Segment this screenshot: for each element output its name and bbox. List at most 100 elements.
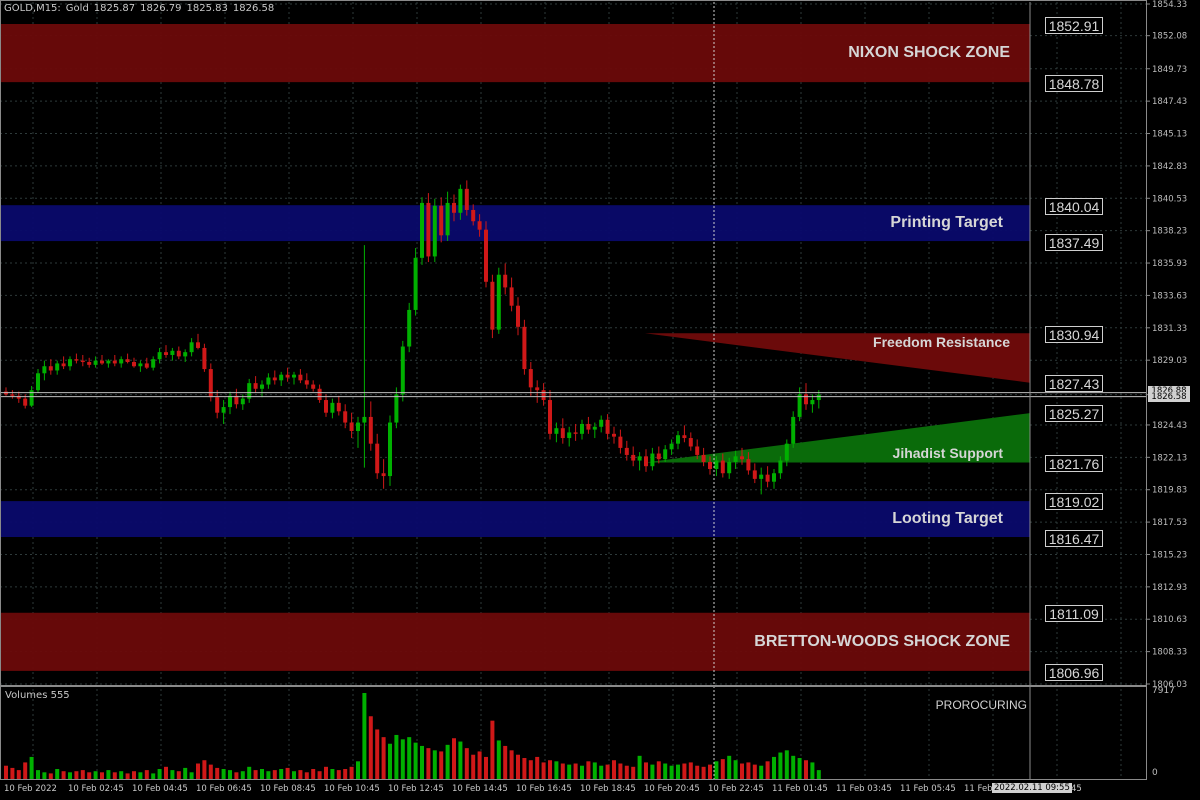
volume-bar <box>548 760 552 780</box>
candle-body <box>228 395 232 408</box>
volume-bar <box>528 760 533 780</box>
candle-body <box>605 419 610 434</box>
volume-bar <box>695 765 700 780</box>
candle-body <box>631 454 636 461</box>
candle-body <box>759 474 764 479</box>
candle-body <box>55 363 60 371</box>
level-1827-43[interactable]: 1827.43 <box>1045 375 1103 392</box>
candle-body <box>23 398 28 406</box>
volume-bar <box>714 761 719 780</box>
candle-body <box>132 362 136 367</box>
price-tick-label: 1808.33 <box>1152 648 1187 658</box>
volume-bar <box>157 769 162 780</box>
candle-body <box>720 460 725 474</box>
volume-bar <box>80 770 85 780</box>
volume-bar <box>400 739 405 780</box>
volume-bar <box>464 748 469 780</box>
level-1837-49[interactable]: 1837.49 <box>1045 234 1103 251</box>
candle-body <box>330 402 335 413</box>
level-1819-02[interactable]: 1819.02 <box>1045 493 1103 510</box>
volume-bar <box>208 764 213 780</box>
candle-body <box>490 281 495 330</box>
volume-bar <box>509 750 514 780</box>
candle-body <box>68 359 72 367</box>
volume-bar <box>560 763 565 780</box>
level-1811-09[interactable]: 1811.09 <box>1045 605 1103 622</box>
volume-bar <box>215 767 220 780</box>
candle-body <box>618 436 623 448</box>
volume-bar <box>452 738 456 780</box>
volume-bar <box>573 763 578 780</box>
candle-body <box>804 394 808 405</box>
chart-header: GOLD,M15: Gold 1825.87 1826.79 1825.83 1826.5… <box>4 3 279 14</box>
candle-body <box>266 377 271 385</box>
volume-bar <box>496 740 501 780</box>
candle-body <box>784 443 789 461</box>
time-label: 10 Feb 20:45 <box>644 784 700 794</box>
candle-body <box>80 360 85 363</box>
candle-body <box>426 202 431 257</box>
volume-min-label: 0 <box>1152 768 1158 778</box>
volume-bar <box>330 769 335 780</box>
volume-bar <box>100 772 104 780</box>
candle-body <box>36 373 40 391</box>
level-1825-27[interactable]: 1825.27 <box>1045 405 1103 422</box>
volume-bar <box>746 762 751 780</box>
time-label: 10 Feb 12:45 <box>388 784 444 794</box>
price-tick-label: 1822.13 <box>1152 453 1187 463</box>
volume-bar <box>304 772 309 780</box>
level-1816-47[interactable]: 1816.47 <box>1045 530 1103 547</box>
volume-bar <box>311 769 316 780</box>
volume-bar <box>567 764 572 780</box>
volume-bar <box>535 756 540 780</box>
candle-body <box>42 366 47 374</box>
current-time-marker: 2022.02.11 09:55 <box>992 783 1072 793</box>
candle-body <box>714 460 719 470</box>
volume-bar <box>164 766 168 780</box>
level-1806-96[interactable]: 1806.96 <box>1045 664 1103 681</box>
volume-indicator-name: PROROCURING <box>935 698 1027 712</box>
volume-bar <box>260 769 264 780</box>
volume-bar <box>477 751 482 780</box>
volume-max-label: 7917 <box>1152 686 1175 696</box>
time-label-tail: 45 <box>1071 784 1082 794</box>
candle-body <box>285 374 290 378</box>
price-chart[interactable]: 1854.33 1852.08 1849.73 1847.43 1845.13 1842.… <box>0 0 1200 800</box>
candle-body <box>388 422 392 477</box>
volume-bar <box>631 766 636 780</box>
volume-bar <box>727 755 732 780</box>
candle-body <box>317 388 322 401</box>
volume-bar <box>119 771 124 780</box>
volume-bar <box>375 729 380 780</box>
volume-bar <box>388 743 392 780</box>
price-tick-label: 1833.63 <box>1152 291 1187 301</box>
volume-bar <box>196 763 200 780</box>
candle-body <box>580 423 584 434</box>
candle-body <box>599 419 604 427</box>
time-label: 10 Feb 04:45 <box>132 784 188 794</box>
level-1852-91[interactable]: 1852.91 <box>1045 17 1103 34</box>
jihadist-support-label: Jihadist Support <box>892 445 1003 461</box>
level-1848-78[interactable]: 1848.78 <box>1045 75 1103 92</box>
level-1840-04[interactable]: 1840.04 <box>1045 198 1103 215</box>
level-1830-94[interactable]: 1830.94 <box>1045 326 1103 343</box>
volume-bar <box>240 771 245 780</box>
candle-body <box>637 456 642 461</box>
volume-bar <box>586 761 591 780</box>
candle-body <box>189 342 194 353</box>
candle-body <box>298 374 303 381</box>
volume-bar <box>772 756 776 780</box>
volume-bar <box>298 770 303 780</box>
price-tick-label: 1819.83 <box>1152 486 1187 496</box>
candle-body <box>541 390 546 401</box>
candle-body <box>221 407 226 413</box>
volume-bar <box>336 770 341 780</box>
candle-body <box>676 435 680 444</box>
volume-bar <box>784 750 789 780</box>
time-label: 10 Feb 16:45 <box>516 784 572 794</box>
price-tick-label: 1829.03 <box>1152 356 1187 366</box>
candle-body <box>471 209 476 222</box>
level-1821-76[interactable]: 1821.76 <box>1045 455 1103 472</box>
volume-panel-title: Volumes 555 <box>5 690 70 701</box>
price-tick-label: 1842.83 <box>1152 162 1187 172</box>
